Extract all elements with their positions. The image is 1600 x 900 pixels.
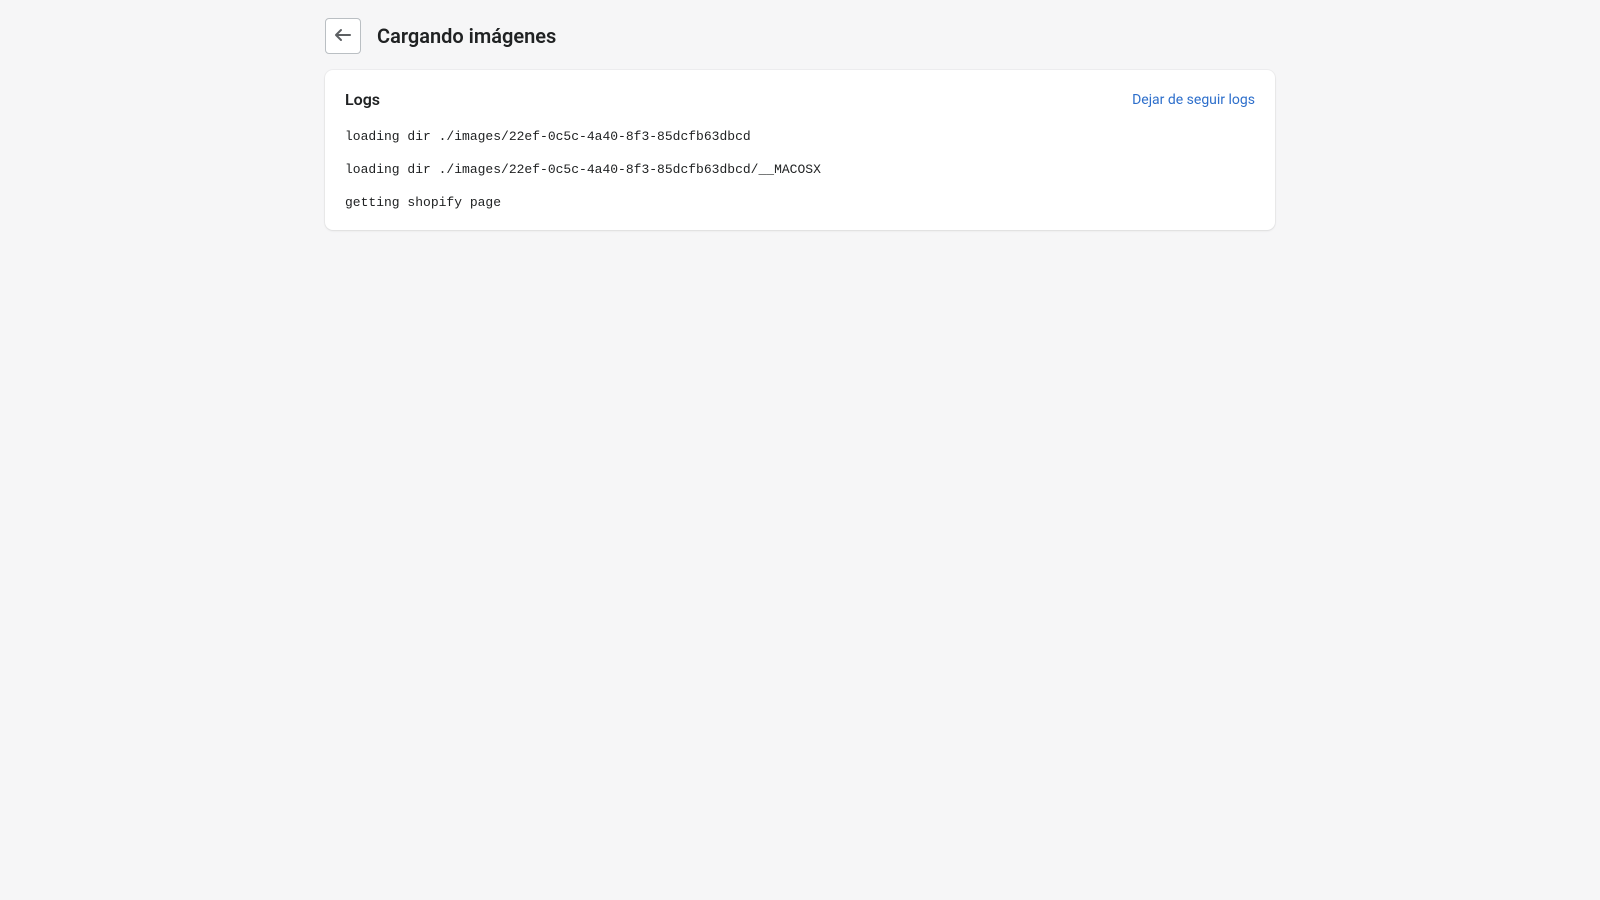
card-title: Logs (345, 90, 380, 109)
logs-card: Logs Dejar de seguir logs loading dir ./… (325, 70, 1275, 230)
arrow-left-icon (333, 25, 353, 48)
log-line: loading dir ./images/22ef-0c5c-4a40-8f3-… (345, 129, 1255, 144)
page-title: Cargando imágenes (377, 24, 556, 48)
back-button[interactable] (325, 18, 361, 54)
stop-following-logs-link[interactable]: Dejar de seguir logs (1132, 92, 1255, 108)
card-header: Logs Dejar de seguir logs (345, 90, 1255, 109)
log-line: getting shopify page (345, 195, 1255, 210)
log-line: loading dir ./images/22ef-0c5c-4a40-8f3-… (345, 162, 1255, 177)
page-header: Cargando imágenes (0, 0, 1600, 70)
log-lines: loading dir ./images/22ef-0c5c-4a40-8f3-… (345, 129, 1255, 210)
